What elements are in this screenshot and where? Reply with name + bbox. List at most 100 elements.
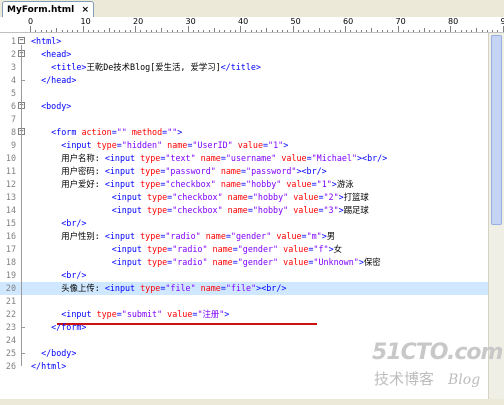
code-token: <input [61, 140, 97, 150]
ruler-tick [334, 30, 336, 32]
code-line[interactable]: 22 <input type="submit" value="注册"> [0, 308, 488, 321]
ruler-tick [366, 30, 367, 32]
code-text: <input type="checkbox" name="hobby" valu… [31, 204, 369, 217]
code-line[interactable]: 5 [0, 87, 488, 100]
line-number: 26 [5, 361, 16, 371]
code-line[interactable]: 2− <head> [0, 48, 488, 61]
code-text: </body> [31, 347, 76, 360]
ruler-tick [266, 28, 268, 32]
line-number: 9 [10, 140, 16, 150]
ruler-tick [56, 28, 58, 32]
ruler-tick [287, 30, 289, 32]
code-token: "hidden" [121, 140, 163, 150]
code-text: 用户密码: <input type="password" name="passw… [31, 165, 326, 178]
code-token: "2" [323, 192, 339, 202]
code-token: type [140, 283, 161, 293]
code-token: type [140, 231, 161, 241]
ruler-tick [476, 28, 478, 32]
code-line[interactable]: 17 <input type="radio" name="gender" val… [0, 243, 488, 256]
ruler-tick [418, 30, 420, 32]
ruler-tick [460, 30, 462, 32]
line-number: 24 [5, 335, 16, 345]
code-token: <br/> [61, 270, 87, 280]
ruler-tick [103, 30, 105, 32]
code-token: "gender" [237, 244, 279, 254]
ruler-tick [72, 30, 73, 32]
ruler-label: 30 [185, 17, 196, 26]
ruler-tick [250, 30, 252, 32]
close-icon[interactable]: × [81, 5, 89, 15]
code-line[interactable]: 12 用户爱好: <input type="checkbox" name="ho… [0, 178, 488, 191]
code-line[interactable]: 23 </form> [0, 321, 488, 334]
ruler-tick [66, 30, 68, 32]
code-line[interactable]: 13 <input type="checkbox" name="hobby" v… [0, 191, 488, 204]
ruler-tick [182, 30, 184, 32]
code-token: 王乾De技术Blog[爱生活, 爱学习] [86, 62, 221, 72]
code-line[interactable]: 18 <input type="radio" name="gender" val… [0, 256, 488, 269]
code-line[interactable]: 16 用户性别: <input type="radio" name="gende… [0, 230, 488, 243]
code-token: type [146, 192, 168, 202]
code-line[interactable]: 21 [0, 295, 488, 308]
code-line[interactable]: 20 头像上传: <input type="file" name="file">… [0, 282, 488, 295]
code-token: ><br/> [357, 153, 388, 163]
ruler-tick [51, 30, 52, 32]
code-token: <title> [51, 62, 87, 72]
code-token: "1" [316, 179, 332, 189]
code-line[interactable]: 14 <input type="checkbox" name="hobby" v… [0, 204, 488, 217]
code-line[interactable]: 15 <br/> [0, 217, 488, 230]
code-token: type [140, 166, 161, 176]
code-token: 用户爱好: [31, 179, 105, 189]
code-line[interactable]: 1− <html> [0, 35, 488, 48]
code-token: 用户名称: [31, 153, 105, 163]
code-line[interactable]: 6− <body> [0, 100, 488, 113]
ruler-tick [30, 26, 31, 32]
code-text: <body> [31, 100, 71, 113]
code-line[interactable]: 4 </head> [0, 74, 488, 87]
line-number: 23 [5, 322, 16, 332]
code-token: value [167, 309, 193, 319]
ruler-label: 60 [343, 17, 354, 26]
code-token: name [205, 231, 226, 241]
ruler-label: 70 [395, 17, 406, 26]
ruler-tick [261, 30, 262, 32]
ruler-tick [82, 26, 84, 32]
ruler-tick [402, 30, 404, 32]
code-line[interactable]: 9 <input type="hidden" name="UserID" val… [0, 139, 488, 152]
code-token: <input [104, 283, 141, 293]
scrollbar-thumb[interactable] [491, 35, 502, 225]
code-line[interactable]: 11 用户密码: <input type="password" name="pa… [0, 165, 488, 178]
code-line[interactable]: 7 [0, 113, 488, 126]
code-line[interactable]: 3 <title>王乾De技术Blog[爱生活, 爱学习]</title> [0, 61, 488, 74]
code-token: "file" [225, 283, 257, 293]
ruler-tick [313, 30, 315, 32]
ruler-tick [339, 30, 341, 32]
code-token: type [146, 244, 168, 254]
ruler-tick [208, 30, 210, 32]
ruler-tick [119, 30, 121, 32]
line-number: 17 [5, 244, 16, 254]
watermark-blog: Blog [448, 372, 481, 388]
code-line[interactable]: 8− <form action="" method=""> [0, 126, 488, 139]
fold-toggle-icon[interactable]: − [18, 37, 25, 44]
code-text: 头像上传: <input type="file" name="file"><br… [31, 282, 286, 295]
code-token: "radio" [165, 231, 201, 241]
code-line[interactable]: 19 <br/> [0, 269, 488, 282]
code-token: "gender" [230, 231, 272, 241]
ruler-tick [177, 30, 178, 32]
code-text: <title>王乾De技术Blog[爱生活, 爱学习]</title> [31, 61, 261, 74]
tab-myform[interactable]: MyForm.html × [2, 1, 94, 17]
code-text: <input type="hidden" name="UserID" value… [31, 139, 288, 152]
line-number: 10 [5, 153, 16, 163]
line-number: 22 [5, 309, 16, 319]
code-token: 用户性别: [31, 231, 105, 241]
code-line[interactable]: 10 用户名称: <input type="text" name="userna… [0, 152, 488, 165]
ruler-tick [282, 30, 283, 32]
code-token: value [283, 244, 309, 254]
code-text: <form action="" method=""> [31, 126, 182, 139]
code-token: value [293, 205, 319, 215]
line-number: 11 [5, 166, 16, 176]
ruler-tick [271, 30, 273, 32]
